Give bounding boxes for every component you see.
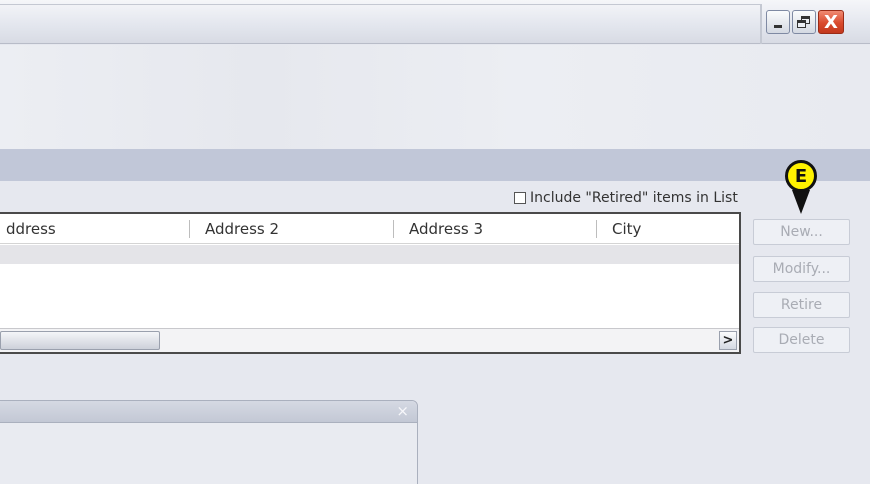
list-header: ddress Address 2 Address 3 City (0, 214, 739, 244)
column-header-address-3[interactable]: Address 3 (409, 214, 483, 244)
list-row[interactable] (0, 245, 739, 264)
minimize-icon (774, 25, 782, 28)
restore-icon (797, 16, 811, 28)
include-retired-checkbox[interactable]: Include "Retired" items in List (514, 188, 738, 208)
close-button[interactable]: X (818, 10, 844, 34)
close-icon: X (824, 11, 838, 33)
scrollbar-thumb[interactable] (0, 331, 160, 350)
title-bar-frame (0, 4, 762, 44)
callout-marker: E (785, 160, 817, 192)
column-header-address[interactable]: ddress (6, 214, 56, 244)
checkbox-icon[interactable] (514, 192, 526, 204)
chevron-right-icon: > (722, 333, 734, 348)
minimize-button[interactable] (766, 10, 790, 34)
scroll-right-button[interactable]: > (719, 331, 737, 350)
title-bar: X (0, 0, 870, 44)
section-header-bar (0, 149, 870, 181)
new-button[interactable]: New... (753, 219, 850, 245)
bottom-panel: × (0, 400, 418, 484)
column-separator[interactable] (596, 220, 597, 238)
column-separator[interactable] (393, 220, 394, 238)
column-header-city[interactable]: City (612, 214, 641, 244)
callout-pointer (792, 190, 810, 214)
panel-header: × (0, 401, 417, 423)
address-list[interactable]: ddress Address 2 Address 3 City > (0, 212, 741, 354)
close-icon[interactable]: × (396, 402, 409, 420)
toolbar-area (0, 45, 870, 149)
retire-button[interactable]: Retire (753, 292, 850, 318)
restore-button[interactable] (792, 10, 816, 34)
column-separator[interactable] (189, 220, 190, 238)
include-retired-label: Include "Retired" items in List (530, 190, 738, 206)
column-header-address-2[interactable]: Address 2 (205, 214, 279, 244)
delete-button[interactable]: Delete (753, 327, 850, 353)
modify-button[interactable]: Modify... (753, 256, 850, 282)
horizontal-scrollbar[interactable]: > (0, 328, 739, 352)
